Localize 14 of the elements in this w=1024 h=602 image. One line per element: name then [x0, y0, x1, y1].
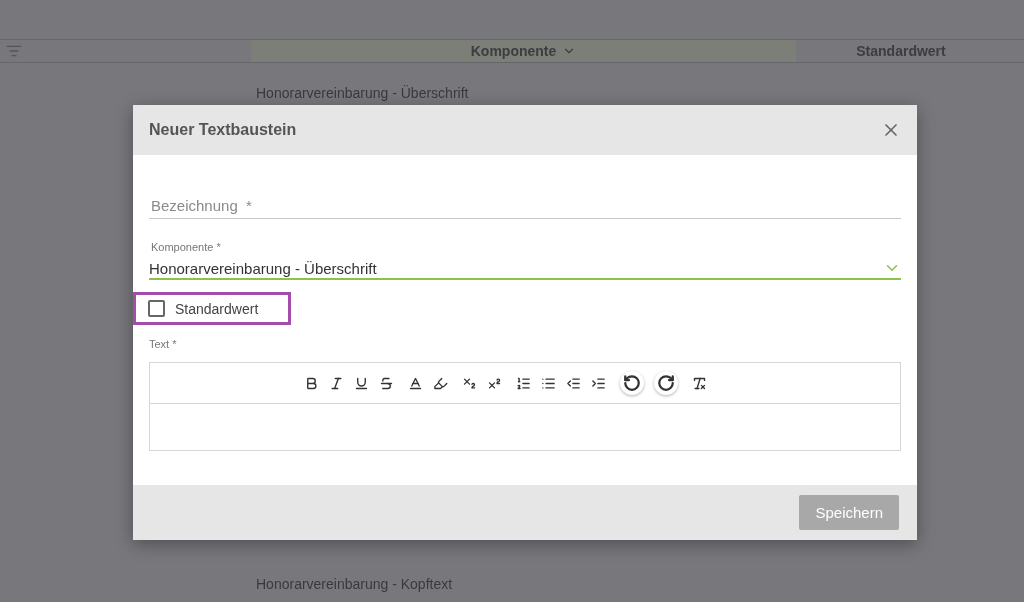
redo-button[interactable]: [653, 371, 678, 395]
undo-button[interactable]: [619, 371, 644, 395]
field-label: Text *: [149, 338, 178, 350]
checkbox-label: Standardwert: [175, 300, 259, 317]
dialog-title: Neuer Textbaustein: [149, 121, 297, 139]
field-label: Komponente *: [151, 241, 222, 253]
checkbox[interactable]: [148, 300, 165, 317]
column-header[interactable]: Standardwert: [796, 40, 1006, 62]
table-cell-text: Honorarvereinbarung - Kopftext: [256, 576, 454, 592]
numbered-list-button[interactable]: [515, 375, 531, 391]
column-header[interactable]: Komponente: [251, 40, 796, 62]
table-cell-text: Honorarvereinbarung - Überschrift: [256, 85, 470, 101]
clear-format-button[interactable]: [691, 375, 707, 391]
component-select[interactable]: Honorarvereinbarung - Überschrift: [149, 257, 901, 280]
